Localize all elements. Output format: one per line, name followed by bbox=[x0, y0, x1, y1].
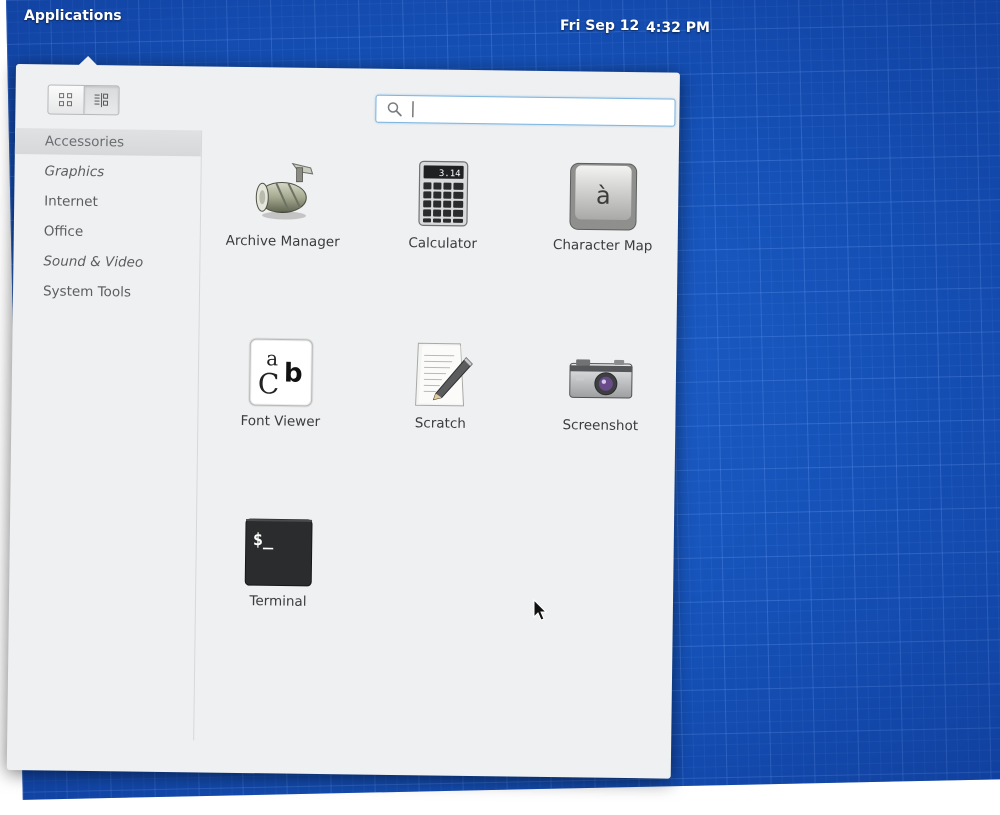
applications-button[interactable]: Applications bbox=[24, 8, 122, 24]
search-icon bbox=[387, 102, 402, 117]
view-mode-toggle bbox=[47, 84, 120, 116]
sidebar-item-graphics[interactable]: Graphics bbox=[14, 158, 200, 186]
archive-manager-icon bbox=[255, 162, 314, 220]
grid-view-icon bbox=[59, 93, 73, 107]
app-font-viewer[interactable]: a C b Font Viewer bbox=[205, 337, 357, 459]
sidebar-item-system-tools[interactable]: System Tools bbox=[13, 278, 199, 306]
sidebar-item-office[interactable]: Office bbox=[14, 218, 200, 246]
app-terminal[interactable]: $_ Terminal bbox=[203, 517, 355, 639]
character-map-glyph: à bbox=[596, 182, 611, 210]
app-label: Font Viewer bbox=[240, 412, 321, 431]
screenshot-icon bbox=[569, 359, 633, 399]
category-view-icon bbox=[94, 93, 108, 108]
popover-arrow bbox=[77, 55, 99, 67]
panel-date[interactable]: Fri Sep 12 bbox=[560, 18, 639, 34]
character-map-icon: à bbox=[569, 162, 638, 231]
terminal-prompt: $_ bbox=[253, 530, 274, 550]
svg-text:b: b bbox=[284, 359, 303, 389]
app-character-map[interactable]: à Character Map bbox=[527, 161, 679, 283]
sidebar-item-internet[interactable]: Internet bbox=[14, 188, 200, 216]
sidebar-item-sound-video[interactable]: Sound & Video bbox=[13, 248, 199, 276]
app-label: Calculator bbox=[408, 235, 478, 253]
app-label: Screenshot bbox=[562, 417, 639, 435]
app-calculator[interactable]: 3.14 Calculator bbox=[367, 159, 519, 281]
mouse-pointer-icon bbox=[533, 599, 548, 621]
sidebar-item-accessories[interactable]: Accessories bbox=[14, 127, 202, 157]
app-archive-manager[interactable]: Archive Manager bbox=[207, 157, 359, 279]
app-label: Archive Manager bbox=[225, 232, 340, 251]
font-viewer-icon: a C b bbox=[248, 337, 314, 408]
search-field[interactable] bbox=[375, 94, 676, 127]
calculator-display: 3.14 bbox=[439, 169, 461, 179]
scratch-icon bbox=[415, 342, 473, 407]
app-screenshot[interactable]: Screenshot bbox=[525, 341, 677, 463]
svg-text:C: C bbox=[258, 367, 280, 400]
calculator-icon: 3.14 bbox=[418, 160, 469, 227]
text-cursor bbox=[412, 101, 414, 118]
terminal-icon: $_ bbox=[244, 518, 313, 587]
category-view-button[interactable] bbox=[82, 85, 119, 115]
category-sidebar: Accessories Graphics Internet Office Sou… bbox=[7, 127, 203, 741]
app-label: Terminal bbox=[249, 593, 307, 610]
panel-clock[interactable]: 4:32 PM bbox=[646, 20, 710, 36]
app-label: Character Map bbox=[552, 237, 653, 255]
grid-view-button[interactable] bbox=[48, 85, 83, 113]
app-label: Scratch bbox=[414, 415, 466, 432]
search-input[interactable] bbox=[410, 99, 667, 121]
applications-menu: Accessories Graphics Internet Office Sou… bbox=[6, 55, 680, 779]
app-scratch[interactable]: Scratch bbox=[365, 339, 517, 461]
